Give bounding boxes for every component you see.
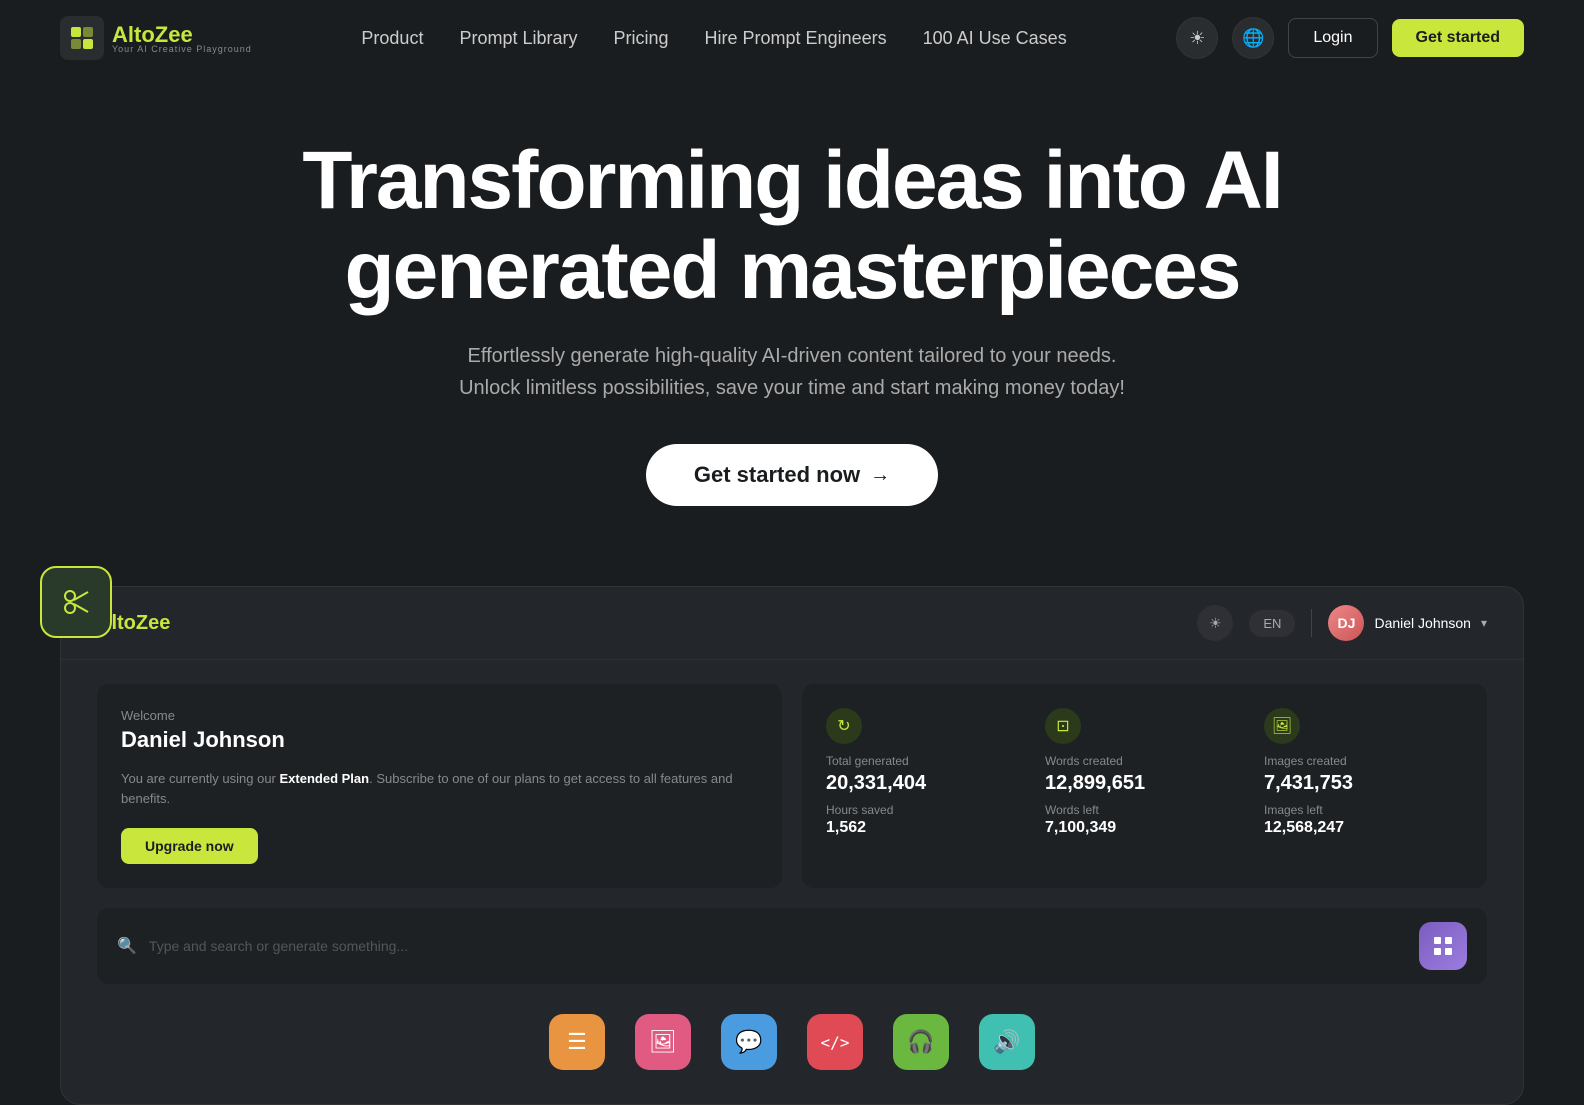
grid-icon [1431,934,1455,958]
search-icon: 🔍 [117,936,137,956]
corner-badge [40,566,112,638]
welcome-name: Daniel Johnson [121,727,758,753]
search-placeholder-text: Type and search or generate something... [149,938,408,954]
tool-chat[interactable]: 💬 [721,1014,777,1070]
stat-icon-words: ⊡ [1045,708,1081,744]
dash-grid-top: Welcome Daniel Johnson You are currently… [97,684,1487,888]
dash-header-right: ☀ EN DJ Daniel Johnson ▾ [1197,605,1487,641]
header-divider [1311,609,1312,637]
tool-image[interactable]: 🖼 [635,1014,691,1070]
hero-cta-button[interactable]: Get started now → [646,444,938,506]
hero-section: Transforming ideas into AI generated mas… [0,76,1584,546]
search-right [1419,922,1467,970]
welcome-desc: You are currently using our Extended Pla… [121,769,758,808]
sun-icon: ☀ [1189,28,1205,49]
dash-header: AltoZee ☀ EN DJ Daniel Johnson ▾ [61,587,1523,660]
navbar: AltoZee Your AI Creative Playground Prod… [0,0,1584,76]
code-icon: </> [821,1033,850,1052]
get-started-button[interactable]: Get started [1392,19,1524,57]
stat-icon-generated: ↻ [826,708,862,744]
dashboard-preview: AltoZee ☀ EN DJ Daniel Johnson ▾ W [60,586,1524,1105]
logo-subtitle: Your AI Creative Playground [112,44,252,54]
user-info[interactable]: DJ Daniel Johnson ▾ [1328,605,1487,641]
logo: AltoZee Your AI Creative Playground [60,16,252,60]
theme-toggle-button[interactable]: ☀ [1176,17,1218,59]
arrow-icon: → [870,464,890,487]
welcome-label: Welcome [121,708,758,723]
chevron-down-icon: ▾ [1481,616,1487,630]
chat-icon: 💬 [735,1029,762,1055]
tool-row: ☰ 🖼 💬 </> 🎧 🔊 [97,1004,1487,1080]
dash-sun-icon: ☀ [1209,615,1222,632]
hero-cta-label: Get started now [694,462,860,488]
text-icon: ☰ [567,1029,587,1055]
nav-links: Product Prompt Library Pricing Hire Prom… [361,28,1066,49]
stat-images-created: 🖼 Images created 7,431,753 Images left 1… [1264,708,1463,864]
logo-icon [60,16,104,60]
stat-words-created: ⊡ Words created 12,899,651 Words left 7,… [1045,708,1244,864]
nav-hire-prompt-engineers[interactable]: Hire Prompt Engineers [705,28,887,49]
user-name: Daniel Johnson [1374,615,1471,631]
upgrade-button[interactable]: Upgrade now [121,828,258,864]
headphones-icon: 🎧 [907,1029,934,1055]
dashboard-card: AltoZee ☀ EN DJ Daniel Johnson ▾ W [60,586,1524,1105]
stat-icon-images: 🖼 [1264,708,1300,744]
nav-100-ai-use-cases[interactable]: 100 AI Use Cases [923,28,1067,49]
nav-pricing[interactable]: Pricing [614,28,669,49]
speaker-icon: 🔊 [993,1029,1020,1055]
tool-text[interactable]: ☰ [549,1014,605,1070]
globe-icon: 🌐 [1242,28,1264,49]
tool-code[interactable]: </> [807,1014,863,1070]
grid-icon-badge [1419,922,1467,970]
nav-product[interactable]: Product [361,28,423,49]
hero-title: Transforming ideas into AI generated mas… [20,136,1564,316]
nav-prompt-library[interactable]: Prompt Library [459,28,577,49]
nav-actions: ☀ 🌐 Login Get started [1176,17,1524,59]
welcome-card: Welcome Daniel Johnson You are currently… [97,684,782,888]
hero-subtitle: Effortlessly generate high-quality AI-dr… [452,340,1132,404]
tool-voice[interactable]: 🔊 [979,1014,1035,1070]
dash-theme-button[interactable]: ☀ [1197,605,1233,641]
user-avatar: DJ [1328,605,1364,641]
dash-language-button[interactable]: EN [1249,610,1295,637]
login-button[interactable]: Login [1288,18,1377,58]
language-button[interactable]: 🌐 [1232,17,1274,59]
dashboard-search[interactable]: 🔍 Type and search or generate something.… [97,908,1487,984]
stat-total-generated: ↻ Total generated 20,331,404 Hours saved… [826,708,1025,864]
stats-card: ↻ Total generated 20,331,404 Hours saved… [802,684,1487,888]
scissors-icon [60,586,92,618]
tool-audio[interactable]: 🎧 [893,1014,949,1070]
image-icon: 🖼 [649,1029,677,1055]
dash-content: Welcome Daniel Johnson You are currently… [61,660,1523,1104]
